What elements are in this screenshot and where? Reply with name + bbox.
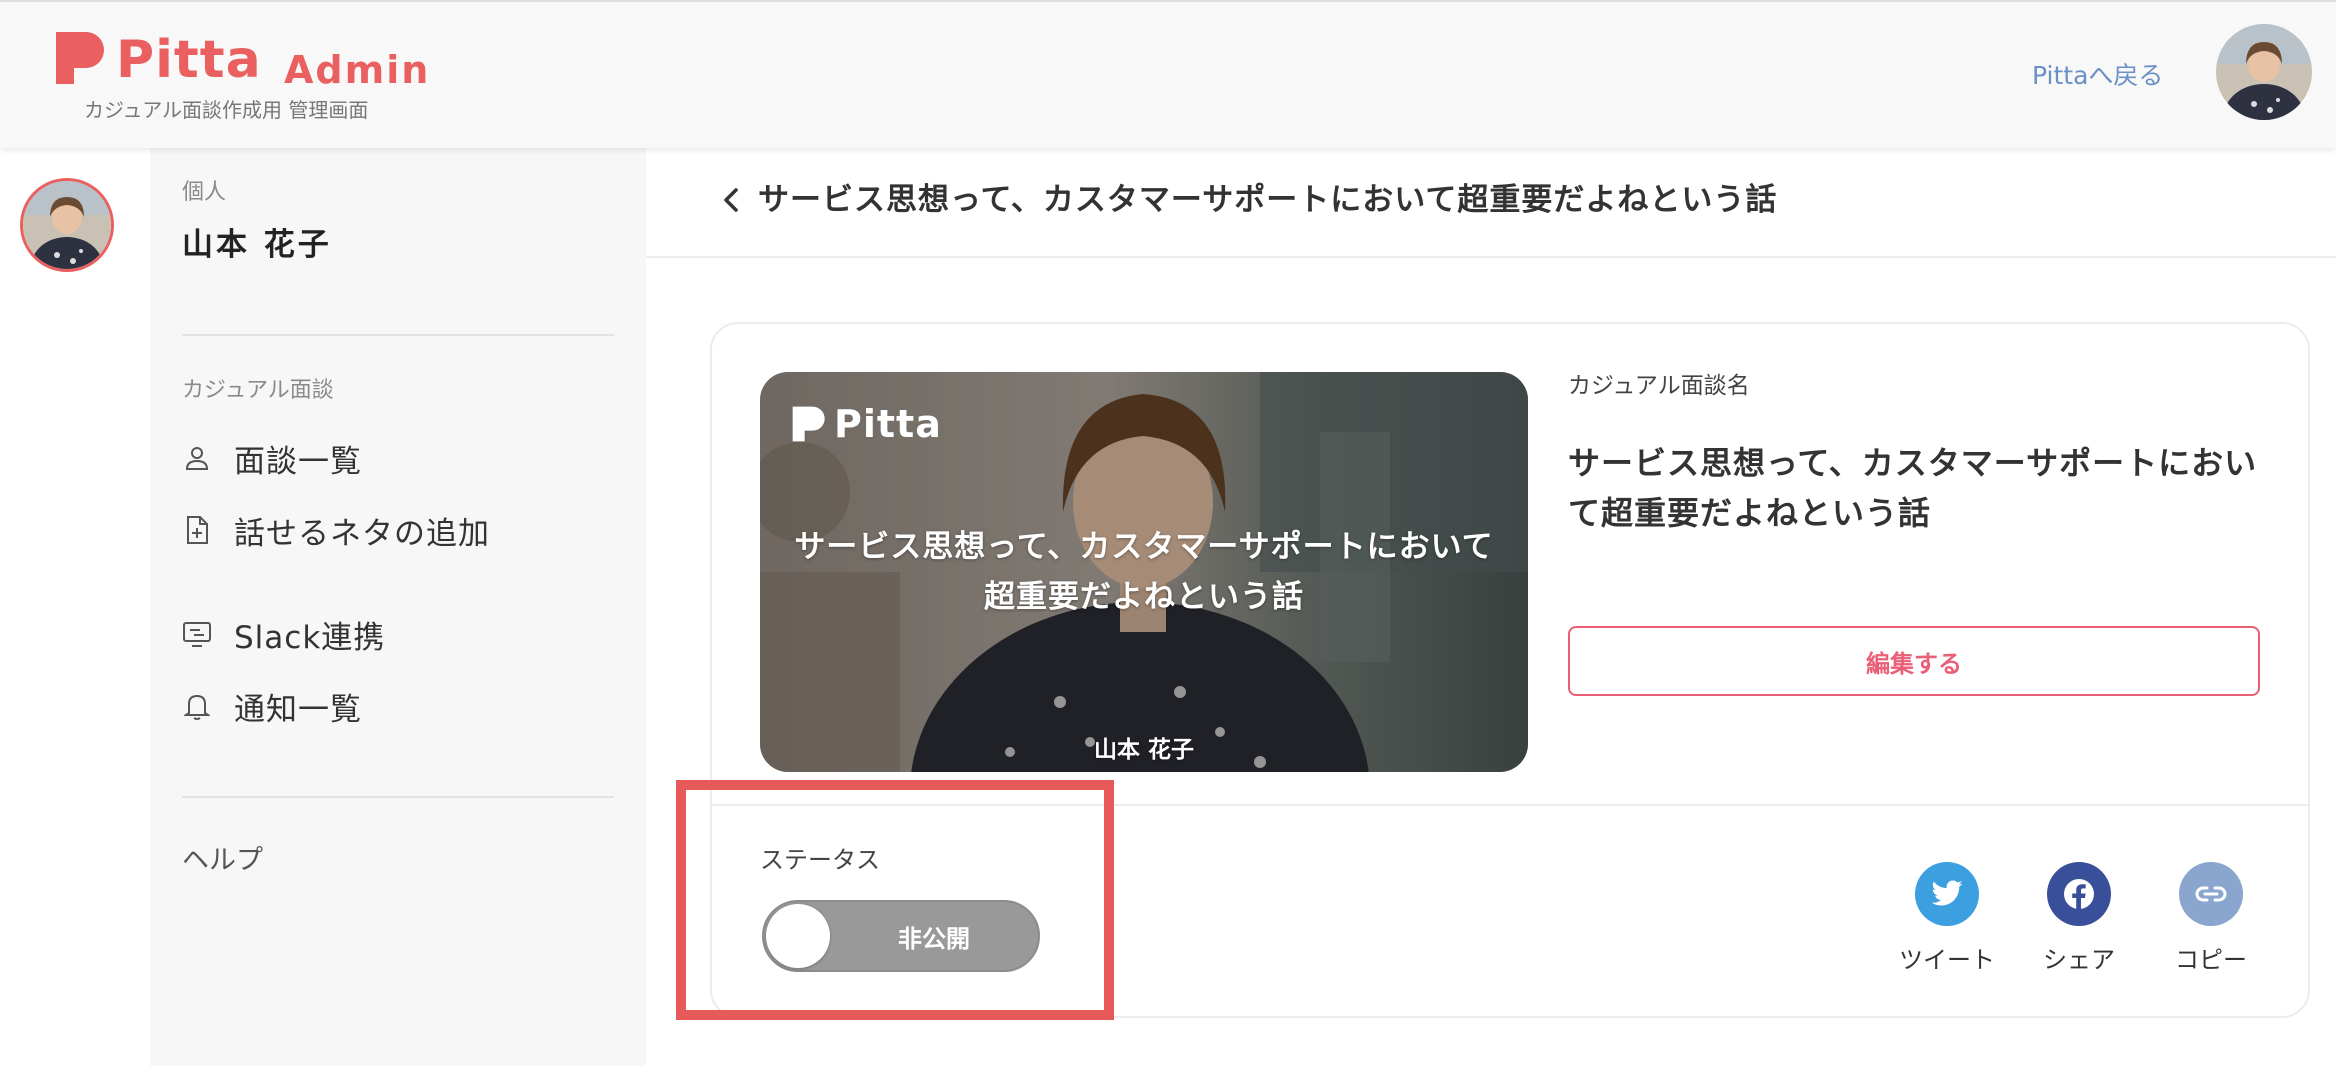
logo-wordmark: Pitta bbox=[116, 30, 262, 90]
edit-button[interactable]: 編集する bbox=[1568, 626, 2260, 696]
thumbnail-logo-word: Pitta bbox=[834, 402, 942, 446]
profile-section-label: 個人 bbox=[182, 180, 227, 205]
pitta-logo-icon bbox=[56, 32, 104, 84]
facebook-share-label: シェア bbox=[2043, 946, 2115, 974]
sidebar-item-slack[interactable]: Slack連携 bbox=[182, 610, 385, 658]
twitter-icon bbox=[1915, 862, 1979, 926]
profile-name: 山本 花子 bbox=[182, 227, 332, 263]
interview-card: Pitta サービス思想って、カスタマーサポートにおいて超重要だよねという話 山… bbox=[710, 322, 2310, 1018]
bell-icon bbox=[182, 691, 212, 721]
page-title-bar: サービス思想って、カスタマーサポートにおいて超重要だよねという話 bbox=[646, 148, 2336, 258]
sidebar-item-add-topic[interactable]: 話せるネタの追加 bbox=[182, 506, 490, 554]
facebook-icon bbox=[2047, 862, 2111, 926]
header-avatar[interactable] bbox=[2216, 24, 2312, 120]
status-toggle-label: 非公開 bbox=[898, 924, 970, 953]
thumbnail-title: サービス思想って、カスタマーサポートにおいて超重要だよねという話 bbox=[794, 529, 1494, 615]
logo-subtitle: カジュアル面談作成用 管理画面 bbox=[84, 98, 369, 122]
app-header: Pitta Admin カジュアル面談作成用 管理画面 Pittaへ戻る bbox=[0, 0, 2336, 148]
tweet-button[interactable]: ツイート bbox=[1892, 862, 2002, 975]
sidebar-item-interview-list[interactable]: 面談一覧 bbox=[182, 434, 362, 482]
page-title: サービス思想って、カスタマーサポートにおいて超重要だよねという話 bbox=[758, 182, 1778, 218]
tweet-label: ツイート bbox=[1899, 946, 1995, 974]
sidebar-item-label: 通知一覧 bbox=[234, 691, 362, 728]
logo-admin-label: Admin bbox=[284, 48, 431, 92]
back-chevron-icon[interactable] bbox=[716, 182, 746, 218]
facebook-share-button[interactable]: シェア bbox=[2024, 862, 2134, 975]
thumbnail-logo: Pitta bbox=[790, 402, 942, 446]
copy-label: コピー bbox=[2175, 946, 2247, 974]
back-to-pitta-link[interactable]: Pittaへ戻る bbox=[2032, 58, 2163, 94]
interview-thumbnail: Pitta サービス思想って、カスタマーサポートにおいて超重要だよねという話 山… bbox=[760, 372, 1528, 772]
copy-link-button[interactable]: コピー bbox=[2156, 862, 2266, 975]
account-avatar[interactable] bbox=[20, 178, 114, 272]
person-icon bbox=[182, 443, 212, 473]
slack-monitor-icon bbox=[182, 619, 212, 649]
pitta-logo-icon bbox=[792, 406, 825, 442]
help-link[interactable]: ヘルプ bbox=[182, 838, 263, 877]
sidebar-item-label: Slack連携 bbox=[234, 619, 386, 656]
sidebar: 個人 山本 花子 カジュアル面談 面談一覧 話せるネタの追加 Slack連携 通… bbox=[150, 148, 646, 1066]
sidebar-item-label: 話せるネタの追加 bbox=[234, 515, 490, 552]
interview-name-value: サービス思想って、カスタマーサポートにおいて超重要だよねという話 bbox=[1568, 444, 2258, 532]
sidebar-item-label: 面談一覧 bbox=[234, 443, 362, 480]
account-rail bbox=[0, 148, 150, 1066]
casual-interview-section-label: カジュアル面談 bbox=[182, 378, 334, 403]
file-plus-icon bbox=[182, 515, 212, 545]
sidebar-divider bbox=[182, 334, 614, 336]
toggle-knob bbox=[766, 904, 830, 968]
sidebar-divider bbox=[182, 796, 614, 798]
status-toggle[interactable]: 非公開 bbox=[762, 900, 1040, 972]
status-label: ステータス bbox=[760, 846, 880, 874]
interview-name-label: カジュアル面談名 bbox=[1568, 373, 1750, 399]
link-icon bbox=[2179, 862, 2243, 926]
thumbnail-name: 山本 花子 bbox=[1093, 737, 1194, 763]
card-divider bbox=[712, 804, 2308, 806]
sidebar-item-notifications[interactable]: 通知一覧 bbox=[182, 682, 362, 730]
